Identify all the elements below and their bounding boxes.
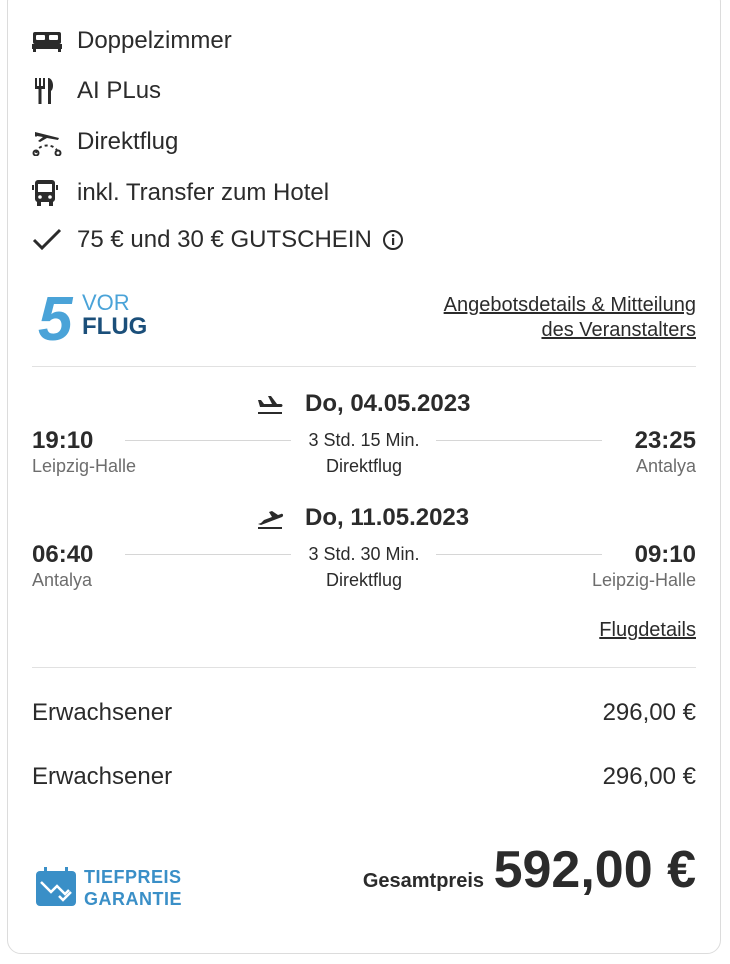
passenger-label: Erwachsener [32, 699, 173, 726]
plane-return-icon [256, 506, 284, 535]
arrival-time: 23:25 [634, 427, 696, 454]
feature-transfer: inkl. Transfer zum Hotel [32, 178, 329, 208]
logo-text-bottom: FLUG [82, 313, 147, 340]
flight-line [125, 554, 291, 555]
cutlery-icon [32, 76, 64, 106]
feature-flight: Direktflug [32, 127, 178, 157]
feature-label: Direktflug [77, 128, 179, 155]
flight-duration: 3 Std. 15 Min. [308, 430, 420, 450]
logo-number: 5 [38, 288, 74, 344]
bus-icon [32, 178, 64, 208]
offer-details-line1[interactable]: Angebotsdetails & Mitteilung [444, 293, 696, 318]
plane-departure-icon [256, 392, 284, 421]
price-guarantee-text: TIEFPREIS GARANTIE [84, 866, 182, 910]
feature-label: Doppelzimmer [77, 27, 232, 54]
info-icon[interactable] [382, 229, 404, 251]
flight-line [125, 440, 291, 441]
flight-details-link[interactable]: Flugdetails [599, 619, 696, 642]
divider [32, 667, 696, 668]
departure-city: Leipzig-Halle [32, 456, 137, 476]
feature-voucher: 75 € und 30 € GUTSCHEIN [32, 225, 404, 255]
departure-time: 19:10 [32, 427, 94, 454]
bed-icon [32, 26, 64, 56]
offer-details-link[interactable]: Angebotsdetails & Mitteilung des Veranst… [444, 293, 696, 343]
total-price-label: Gesamtpreis [362, 870, 484, 892]
offer-details-line2[interactable]: des Veranstalters [444, 318, 696, 343]
divider [32, 366, 696, 367]
direct-flight-icon [32, 127, 64, 157]
feature-label: AI PLus [77, 77, 162, 104]
feature-label: inkl. Transfer zum Hotel [77, 179, 330, 206]
feature-label: 75 € und 30 € GUTSCHEIN [77, 226, 372, 253]
checkmark-icon [32, 225, 64, 255]
guarantee-line1: TIEFPREIS [84, 867, 182, 887]
operator-logo: 5 VOR FLUG [38, 285, 156, 354]
flight-line [436, 554, 602, 555]
flight-type: Direktflug [325, 570, 403, 590]
feature-board: AI PLus [32, 76, 161, 106]
calendar-check-icon [36, 867, 76, 906]
outbound-date-row: Do, 04.05.2023 [0, 390, 730, 420]
passenger-price: 296,00 € [602, 763, 696, 790]
flight-date: Do, 11.05.2023 [305, 504, 470, 531]
total-price: 592,00 € [493, 841, 696, 899]
departure-time: 06:40 [32, 541, 94, 568]
logo-text-top: VOR [82, 290, 130, 315]
flight-type: Direktflug [325, 456, 403, 476]
feature-room: Doppelzimmer [32, 26, 232, 56]
flight-duration: 3 Std. 30 Min. [308, 544, 420, 564]
arrival-city: Leipzig-Halle [591, 570, 696, 590]
flight-line [436, 440, 602, 441]
guarantee-line2: GARANTIE [84, 889, 182, 909]
return-date-row: Do, 11.05.2023 [0, 504, 730, 534]
departure-city: Antalya [32, 570, 93, 590]
flight-date: Do, 04.05.2023 [305, 390, 471, 417]
passenger-label: Erwachsener [32, 763, 173, 790]
passenger-price: 296,00 € [602, 699, 696, 726]
arrival-time: 09:10 [634, 541, 696, 568]
arrival-city: Antalya [635, 456, 696, 476]
